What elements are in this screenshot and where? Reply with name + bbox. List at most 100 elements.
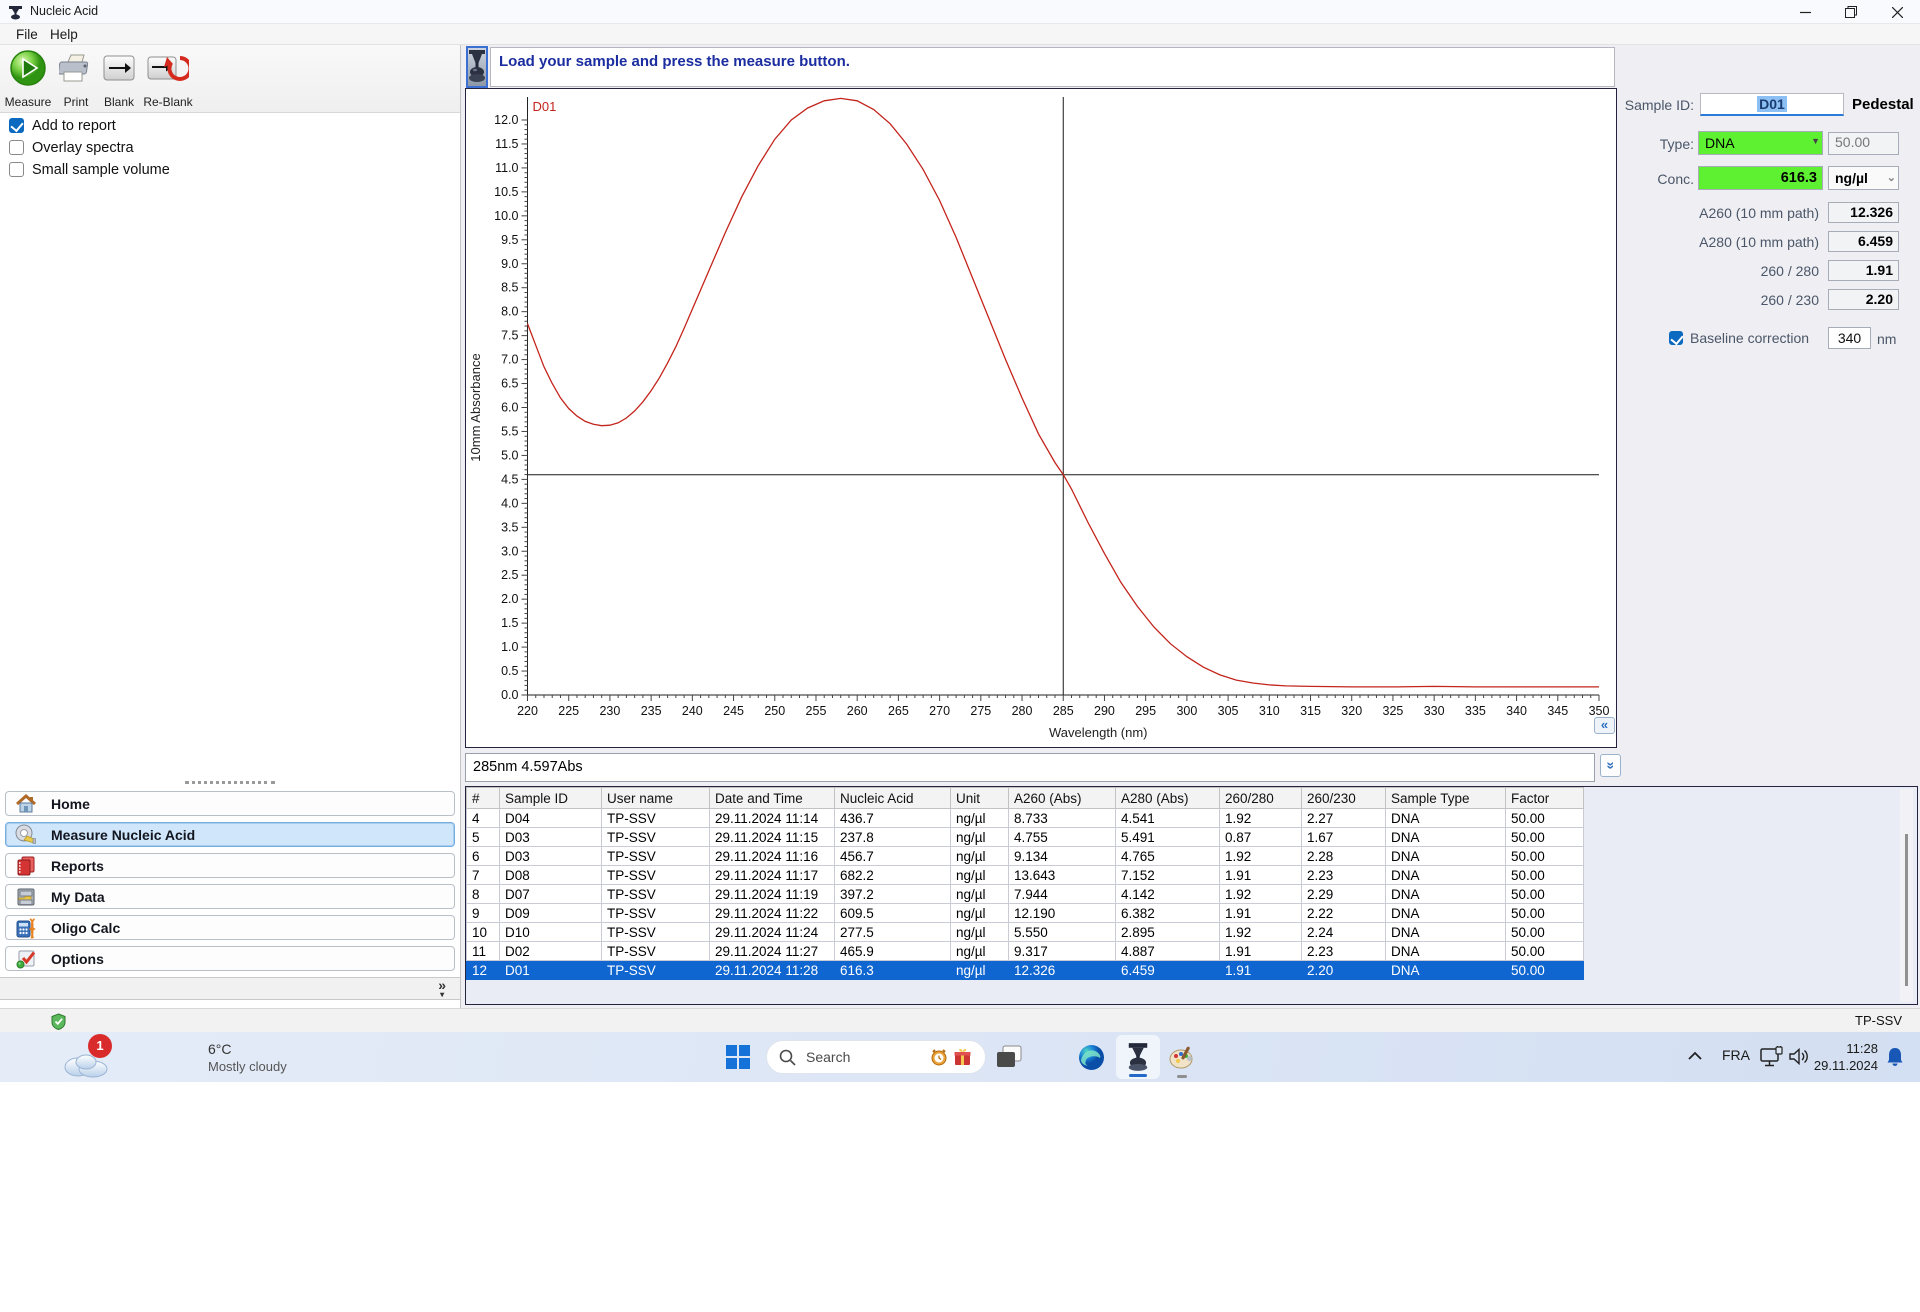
table-cell: 50.00 <box>1505 865 1584 885</box>
clock[interactable]: 11:28 29.11.2024 <box>1806 1040 1878 1074</box>
table-cell: 2.22 <box>1301 903 1386 923</box>
table-row[interactable]: 8 D07 TP-SSV 29.11.2024 11:19 397.2 ng/µl 7.94… <box>466 884 1584 904</box>
table-scrollbar[interactable] <box>1900 789 1913 1002</box>
column-header[interactable]: 260/230 <box>1301 787 1386 809</box>
language-indicator[interactable]: FRA <box>1722 1047 1750 1063</box>
table-row[interactable]: 11 D02 TP-SSV 29.11.2024 11:27 465.9 ng/µl 9.3… <box>466 941 1584 961</box>
column-header[interactable]: Sample ID <box>499 787 602 809</box>
table-cell: 436.7 <box>834 808 951 828</box>
reblank-button[interactable]: Re-Blank <box>142 46 194 111</box>
instrument-message-icon <box>466 46 488 88</box>
baseline-correction-checkbox[interactable]: Baseline correction <box>1669 329 1809 346</box>
checkbox-small-sample-volume[interactable]: Small sample volume <box>9 161 170 178</box>
options-icon <box>16 950 36 968</box>
column-header[interactable]: A260 (Abs) <box>1008 787 1116 809</box>
table-cell: 50.00 <box>1505 884 1584 904</box>
start-button[interactable] <box>726 1045 750 1069</box>
column-header[interactable]: Unit <box>950 787 1009 809</box>
table-cell: D08 <box>499 865 602 885</box>
sidebar-item-options[interactable]: Options <box>5 946 455 971</box>
checkbox-add-to-report[interactable]: Add to report <box>9 117 116 134</box>
network-icon[interactable] <box>1760 1046 1784 1068</box>
svg-text:1.5: 1.5 <box>501 616 518 630</box>
svg-text:315: 315 <box>1300 704 1321 718</box>
a280-label: A280 (10 mm path) <box>1699 234 1819 250</box>
conc-unit-dropdown[interactable]: ng/µl ⌄ <box>1828 166 1899 190</box>
table-row[interactable]: 6 D03 TP-SSV 29.11.2024 11:16 456.7 ng/µl 9.13… <box>466 846 1584 866</box>
column-header[interactable]: Nucleic Acid <box>834 787 951 809</box>
search-box[interactable]: Search <box>766 1040 986 1074</box>
sample-id-input[interactable]: D01 <box>1700 93 1844 116</box>
baseline-wavelength-input[interactable]: 340 <box>1828 327 1871 349</box>
table-cell: 8 <box>466 884 500 904</box>
results-table[interactable]: # Sample ID User name Date and Time Nucleic … <box>466 787 1584 980</box>
sidebar-item-my-data[interactable]: My Data <box>5 884 455 909</box>
active-app-indicator <box>1129 1074 1147 1077</box>
checkbox-icon[interactable] <box>1669 330 1683 345</box>
table-cell: TP-SSV <box>601 884 710 904</box>
table-cell: 10 <box>466 922 500 942</box>
column-header[interactable]: User name <box>601 787 710 809</box>
chart-collapse-button[interactable]: « <box>1594 717 1615 734</box>
checkbox-icon[interactable] <box>9 140 24 155</box>
sidebar-item-oligo-calc[interactable]: Oligo Calc <box>5 915 455 940</box>
table-cell: TP-SSV <box>601 865 710 885</box>
notification-bell-icon[interactable] <box>1886 1047 1904 1067</box>
tray-chevron-up-icon[interactable] <box>1688 1051 1702 1061</box>
svg-text:225: 225 <box>558 704 579 718</box>
svg-text:350: 350 <box>1589 704 1610 718</box>
checkbox-icon[interactable] <box>9 162 24 177</box>
restore-button[interactable] <box>1828 0 1874 24</box>
table-row[interactable]: 4 D04 TP-SSV 29.11.2024 11:14 436.7 ng/µl 8.73… <box>466 808 1584 828</box>
sidebar-item-reports[interactable]: Reports <box>5 853 455 878</box>
spectrum-chart[interactable]: 0.0 0.5 1.0 1.5 2.0 2.5 3.0 3.5 4.0 4.5 5.0 5.5 6.0 6… <box>466 89 1616 752</box>
ratio-260-280-label: 260 / 280 <box>1760 263 1819 279</box>
table-cell: 29.11.2024 11:22 <box>709 903 835 923</box>
sidebar-item-home[interactable]: Home <box>5 791 455 816</box>
nucleic-acid-app-taskbar-icon[interactable] <box>1116 1035 1160 1079</box>
table-cell: 6 <box>466 846 500 866</box>
weather-widget[interactable]: 1 6°C Mostly cloudy <box>56 1032 296 1082</box>
close-button[interactable] <box>1874 0 1920 24</box>
sidebar-more-button[interactable]: » ▾ <box>438 978 446 999</box>
table-cell: D03 <box>499 846 602 866</box>
table-cell: DNA <box>1385 884 1506 904</box>
table-row[interactable]: 12 D01 TP-SSV 29.11.2024 11:28 616.3 ng/µl 12.… <box>466 960 1584 980</box>
checkbox-icon[interactable] <box>9 118 24 133</box>
task-view-icon[interactable] <box>996 1045 1022 1069</box>
column-header[interactable]: 260/280 <box>1219 787 1302 809</box>
table-row[interactable]: 7 D08 TP-SSV 29.11.2024 11:17 682.2 ng/µl 13.6… <box>466 865 1584 885</box>
table-cell: D09 <box>499 903 602 923</box>
measure-button[interactable]: Measure <box>4 46 52 111</box>
column-header[interactable]: A280 (Abs) <box>1115 787 1220 809</box>
type-dropdown[interactable]: DNA ▼ <box>1698 131 1823 155</box>
pane-splitter-handle[interactable] <box>185 781 275 784</box>
blank-button[interactable]: Blank <box>100 46 138 111</box>
print-button[interactable]: Print <box>56 46 96 111</box>
empty-desktop-space <box>0 1082 1920 1312</box>
column-header[interactable]: Factor <box>1505 787 1584 809</box>
edge-browser-icon[interactable] <box>1078 1044 1105 1071</box>
sidebar-item-measure-nucleic-acid[interactable]: Measure Nucleic Acid <box>5 822 455 847</box>
table-row[interactable]: 9 D09 TP-SSV 29.11.2024 11:22 609.5 ng/µl 12.1… <box>466 903 1584 923</box>
scrollbar-thumb[interactable] <box>1905 834 1908 986</box>
table-cell: TP-SSV <box>601 846 710 866</box>
mode-label: Pedestal <box>1852 96 1914 113</box>
minimize-button[interactable] <box>1782 0 1828 24</box>
checkbox-overlay-spectra[interactable]: Overlay spectra <box>9 139 134 156</box>
paint-app-icon[interactable] <box>1168 1044 1195 1071</box>
svg-text:240: 240 <box>682 704 703 718</box>
table-cell: 5.550 <box>1008 922 1116 942</box>
table-cell: D03 <box>499 827 602 847</box>
column-header[interactable]: Sample Type <box>1385 787 1506 809</box>
table-row[interactable]: 10 D10 TP-SSV 29.11.2024 11:24 277.5 ng/µl 5.5… <box>466 922 1584 942</box>
a260-value: 12.326 <box>1828 202 1899 223</box>
table-row[interactable]: 5 D03 TP-SSV 29.11.2024 11:15 237.8 ng/µl 4.75… <box>466 827 1584 847</box>
menu-file[interactable]: File <box>10 26 44 43</box>
menu-help[interactable]: Help <box>44 26 84 43</box>
column-header[interactable]: Date and Time <box>709 787 835 809</box>
column-header[interactable]: # <box>466 787 500 809</box>
table-cell: DNA <box>1385 960 1506 980</box>
table-cell: 29.11.2024 11:15 <box>709 827 835 847</box>
readout-expand-button[interactable]: » <box>1600 754 1621 777</box>
